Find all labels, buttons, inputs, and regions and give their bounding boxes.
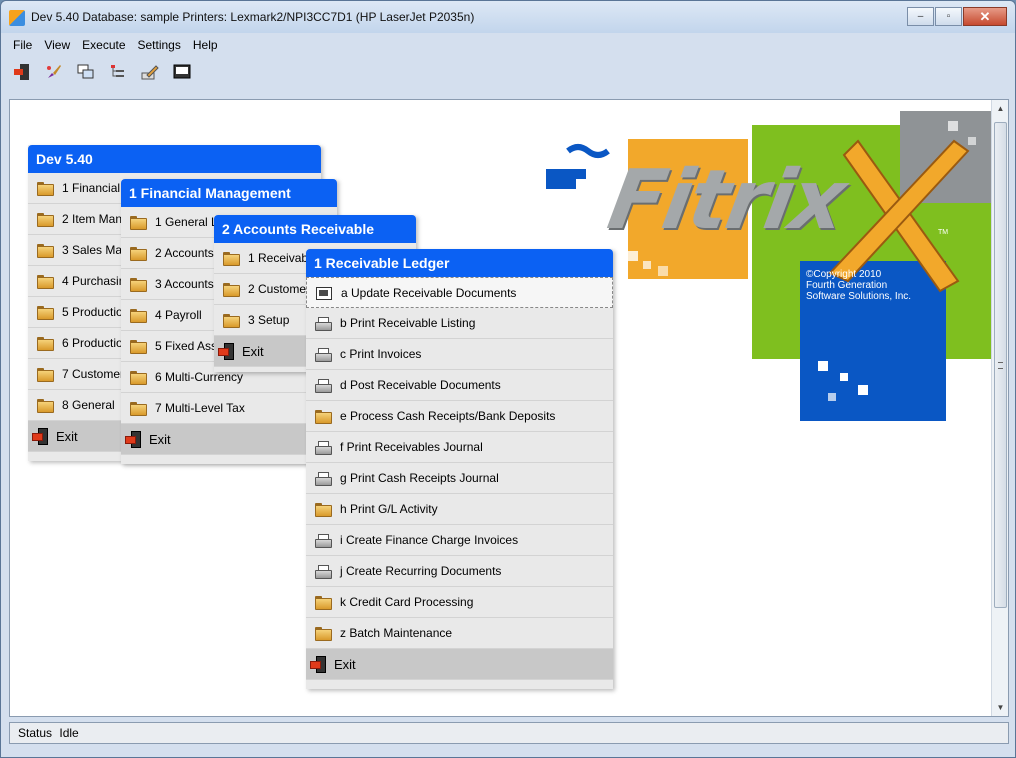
- trademark-mark: TM: [938, 229, 949, 236]
- printer-icon: [315, 348, 332, 362]
- minimize-button[interactable]: –: [907, 7, 934, 26]
- folder-icon: [130, 371, 147, 385]
- copyright-line-3: Software Solutions, Inc.: [806, 291, 912, 302]
- status-label: Status: [18, 726, 53, 740]
- menu-execute[interactable]: Execute: [82, 35, 125, 55]
- workspace: Fitrix TM ©Copyright 2010 Fourth Generat…: [9, 99, 1009, 717]
- ledger-item-h[interactable]: h Print G/L Activity: [306, 494, 613, 525]
- exit-icon: [310, 656, 326, 673]
- folder-icon: [223, 283, 240, 297]
- toolbar-exit-button[interactable]: [11, 61, 33, 83]
- close-button[interactable]: ✕: [963, 7, 1007, 26]
- toolbar-edit-button[interactable]: [139, 61, 161, 83]
- folder-icon: [315, 596, 332, 610]
- menu-ar-title: 2 Accounts Receivable: [214, 215, 416, 243]
- copyright-notice: ©Copyright 2010 Fourth Generation Softwa…: [806, 269, 911, 302]
- tree-icon: [111, 65, 124, 77]
- menu-file[interactable]: File: [13, 35, 32, 55]
- screen-icon: [316, 287, 332, 300]
- folder-icon: [37, 399, 54, 413]
- scroll-down-arrow[interactable]: ▼: [992, 699, 1008, 716]
- exit-icon: [14, 64, 29, 80]
- app-icon: [9, 10, 25, 26]
- ledger-item-d[interactable]: d Post Receivable Documents: [306, 370, 613, 401]
- folder-icon: [130, 247, 147, 261]
- folder-icon: [130, 340, 147, 354]
- menu-settings[interactable]: Settings: [138, 35, 181, 55]
- window-title: Dev 5.40 Database: sample Printers: Lexm…: [31, 10, 475, 24]
- ledger-item-i[interactable]: i Create Finance Charge Invoices: [306, 525, 613, 556]
- menu-help[interactable]: Help: [193, 35, 218, 55]
- folder-icon: [37, 337, 54, 351]
- ledger-item-k[interactable]: k Credit Card Processing: [306, 587, 613, 618]
- menu-financial-title: 1 Financial Management: [121, 179, 337, 207]
- printer-icon: [315, 534, 332, 548]
- title-bar[interactable]: Dev 5.40 Database: sample Printers: Lexm…: [1, 1, 1015, 33]
- scroll-up-arrow[interactable]: ▲: [992, 100, 1008, 117]
- toolbar-windows-button[interactable]: [75, 61, 97, 83]
- printer-icon: [315, 379, 332, 393]
- scroll-grip-icon: [998, 362, 1003, 369]
- terminal-icon: [173, 64, 191, 79]
- exit-icon: [32, 428, 48, 445]
- folder-icon: [37, 213, 54, 227]
- menu-dev-title: Dev 5.40: [28, 145, 321, 173]
- financial-exit[interactable]: Exit: [121, 424, 337, 455]
- maximize-button[interactable]: ▫: [935, 7, 962, 26]
- printer-icon: [315, 317, 332, 331]
- folder-icon: [223, 252, 240, 266]
- app-window: Dev 5.40 Database: sample Printers: Lexm…: [0, 0, 1016, 758]
- menu-receivable-ledger: 1 Receivable Ledger a Update Receivable …: [306, 249, 613, 689]
- status-bar: Status Idle: [9, 722, 1009, 744]
- ledger-item-a[interactable]: a Update Receivable Documents: [306, 277, 613, 308]
- ledger-item-z[interactable]: z Batch Maintenance: [306, 618, 613, 649]
- folder-icon: [130, 402, 147, 416]
- financial-item-7[interactable]: 7 Multi-Level Tax: [121, 393, 337, 424]
- folder-icon: [130, 216, 147, 230]
- ledger-item-c[interactable]: c Print Invoices: [306, 339, 613, 370]
- folder-icon: [37, 306, 54, 320]
- folder-icon: [37, 182, 54, 196]
- menu-view[interactable]: View: [44, 35, 70, 55]
- toolbar: [11, 59, 193, 85]
- status-value: Idle: [59, 726, 79, 740]
- ledger-exit[interactable]: Exit: [306, 649, 613, 680]
- windows-icon: [77, 64, 94, 79]
- folder-icon: [37, 244, 54, 258]
- folder-icon: [130, 278, 147, 292]
- ledger-item-e[interactable]: e Process Cash Receipts/Bank Deposits: [306, 401, 613, 432]
- folder-icon: [223, 314, 240, 328]
- copyright-line-1: ©Copyright 2010: [806, 269, 882, 280]
- folder-icon: [130, 309, 147, 323]
- ledger-item-g[interactable]: g Print Cash Receipts Journal: [306, 463, 613, 494]
- exit-icon: [125, 431, 141, 448]
- ledger-item-f[interactable]: f Print Receivables Journal: [306, 432, 613, 463]
- toolbar-tree-button[interactable]: [107, 61, 129, 83]
- brush-icon: [47, 65, 61, 78]
- printer-icon: [315, 565, 332, 579]
- menu-bar: File View Execute Settings Help: [9, 35, 218, 55]
- exit-icon: [218, 343, 234, 360]
- logo-wordmark: Fitrix: [601, 153, 852, 248]
- folder-icon: [37, 275, 54, 289]
- window-controls: – ▫ ✕: [907, 7, 1007, 26]
- pencil-icon: [141, 65, 159, 80]
- toolbar-brush-button[interactable]: [43, 61, 65, 83]
- toolbar-terminal-button[interactable]: [171, 61, 193, 83]
- folder-icon: [315, 503, 332, 517]
- copyright-line-2: Fourth Generation: [806, 280, 888, 291]
- menu-ledger-title: 1 Receivable Ledger: [306, 249, 613, 277]
- ledger-item-j[interactable]: j Create Recurring Documents: [306, 556, 613, 587]
- folder-icon: [315, 410, 332, 424]
- ledger-item-b[interactable]: b Print Receivable Listing: [306, 308, 613, 339]
- printer-icon: [315, 441, 332, 455]
- printer-icon: [315, 472, 332, 486]
- vertical-scrollbar[interactable]: ▲ ▼: [991, 100, 1008, 716]
- folder-icon: [315, 627, 332, 641]
- folder-icon: [37, 368, 54, 382]
